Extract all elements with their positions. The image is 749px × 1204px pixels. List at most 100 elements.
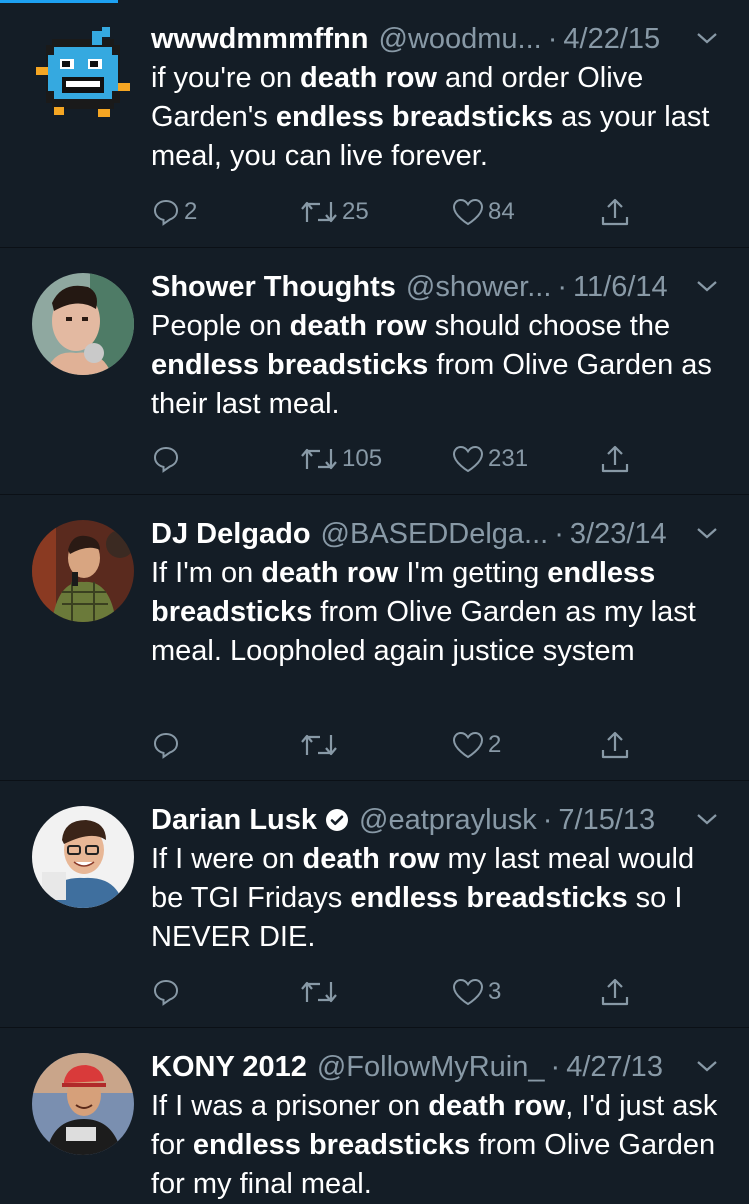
tweet-date[interactable]: 7/15/13	[558, 804, 655, 837]
tweet-date[interactable]: 11/6/14	[573, 271, 668, 304]
tweet-text: If I were on death row my last meal woul…	[151, 840, 731, 957]
reply-icon	[153, 446, 179, 473]
retweet-button[interactable]	[300, 972, 342, 1012]
highlighted-keyword: death row	[302, 843, 440, 875]
retweet-icon	[301, 734, 337, 756]
tweet[interactable]: KONY 2012 @FollowMyRuin_ · 4/27/13 If I …	[0, 1028, 749, 1200]
avatar-photo-image	[32, 806, 134, 908]
share-button[interactable]	[600, 192, 630, 232]
tweet-header: wwwdmmmffnn @woodmu... · 4/22/15	[151, 18, 719, 60]
share-button[interactable]	[600, 439, 630, 479]
like-button[interactable]: 231	[452, 439, 528, 479]
highlighted-keyword: endless breadsticks	[350, 882, 628, 914]
separator-dot: ·	[554, 517, 564, 550]
separator-dot: ·	[550, 1050, 561, 1083]
display-name[interactable]: wwwdmmmffnn	[151, 23, 369, 56]
reply-button[interactable]	[152, 439, 184, 479]
tweet-text-segment: If I was a prisoner on	[151, 1090, 429, 1122]
share-button[interactable]	[600, 725, 630, 765]
reply-icon	[153, 979, 179, 1006]
tweet-text-segment: if you're on	[151, 62, 301, 94]
separator-dot: ·	[542, 803, 553, 836]
tweet-actions: 3	[0, 972, 749, 1012]
tweet-actions: 2 25 84	[0, 192, 749, 232]
highlighted-keyword: death row	[300, 62, 437, 94]
retweet-count: 105	[342, 445, 383, 472]
display-name[interactable]: DJ Delgado	[151, 518, 311, 551]
reply-button[interactable]	[152, 725, 184, 765]
username-handle[interactable]: @eatpraylusk	[359, 804, 537, 837]
share-icon	[601, 731, 629, 759]
tweet[interactable]: Darian Lusk @eatpraylusk · 7/15/13 If I …	[0, 781, 749, 1028]
reply-count: 2	[184, 198, 198, 225]
tweet-date[interactable]: 4/27/13	[566, 1051, 663, 1084]
chevron-down-icon[interactable]	[695, 523, 719, 543]
avatar[interactable]	[32, 273, 134, 375]
tweet-header: DJ Delgado @BASEDDelga... · 3/23/14	[151, 513, 719, 555]
avatar[interactable]	[32, 806, 134, 908]
username-handle[interactable]: @shower...	[406, 271, 552, 304]
chevron-down-icon[interactable]	[695, 1056, 719, 1076]
username-handle[interactable]: @FollowMyRuin_	[317, 1051, 545, 1084]
share-icon	[601, 978, 629, 1006]
separator-dot: ·	[557, 270, 568, 303]
search-results-timeline: wwwdmmmffnn @woodmu... · 4/22/15 if you'…	[0, 0, 749, 1200]
tweet-text-segment: should choose the	[426, 310, 671, 342]
display-name[interactable]: Darian Lusk	[151, 804, 317, 837]
retweet-button[interactable]	[300, 725, 342, 765]
username-handle[interactable]: @woodmu...	[379, 23, 542, 56]
share-icon	[601, 445, 629, 473]
reply-icon	[153, 732, 179, 759]
tweet-actions: 105 231	[0, 439, 749, 479]
tweet-header: Darian Lusk @eatpraylusk · 7/15/13	[151, 799, 719, 841]
tweet-date[interactable]: 4/22/15	[563, 23, 660, 56]
avatar[interactable]	[32, 520, 134, 622]
reply-button[interactable]: 2	[152, 192, 197, 232]
tweet-text: if you're on death row and order Olive G…	[151, 59, 731, 176]
highlighted-keyword: endless breadsticks	[151, 349, 429, 381]
share-icon	[601, 198, 629, 226]
tweet[interactable]: wwwdmmmffnn @woodmu... · 4/22/15 if you'…	[0, 0, 749, 248]
retweet-icon	[301, 981, 337, 1003]
pixel-monster-avatar-image	[32, 25, 134, 127]
reply-icon	[153, 199, 179, 226]
tweet-header: KONY 2012 @FollowMyRuin_ · 4/27/13	[151, 1046, 719, 1088]
separator-dot: ·	[547, 22, 558, 55]
like-button[interactable]: 2	[452, 725, 501, 765]
avatar-photo-image	[32, 520, 134, 622]
tweet-text: People on death row should choose the en…	[151, 307, 731, 424]
tweet-text: If I'm on death row I'm getting endless …	[151, 554, 731, 671]
avatar-photo-image	[32, 1053, 134, 1155]
tweet-text-segment: I'm getting	[398, 557, 548, 589]
retweet-icon	[301, 201, 337, 223]
tweet[interactable]: DJ Delgado @BASEDDelga... · 3/23/14 If I…	[0, 495, 749, 781]
tweet[interactable]: Shower Thoughts @shower... · 11/6/14 Peo…	[0, 248, 749, 495]
highlighted-keyword: endless breadsticks	[275, 101, 554, 133]
username-handle[interactable]: @BASEDDelga...	[321, 518, 549, 551]
avatar-photo-image	[32, 273, 134, 375]
avatar[interactable]	[32, 25, 134, 127]
chevron-down-icon[interactable]	[695, 28, 719, 48]
reply-button[interactable]	[152, 972, 184, 1012]
like-button[interactable]: 84	[452, 192, 515, 232]
tweet-actions: 2	[0, 725, 749, 765]
retweet-count: 25	[342, 198, 369, 225]
heart-icon	[452, 198, 484, 226]
tweet-text-segment: If I were on	[151, 843, 303, 875]
avatar[interactable]	[32, 1053, 134, 1155]
retweet-button[interactable]: 105	[300, 439, 382, 479]
highlighted-keyword: death row	[428, 1090, 566, 1122]
like-button[interactable]: 3	[452, 972, 501, 1012]
chevron-down-icon[interactable]	[695, 276, 719, 296]
display-name[interactable]: Shower Thoughts	[151, 271, 396, 304]
tweet-text: If I was a prisoner on death row, I'd ju…	[151, 1087, 731, 1204]
highlighted-keyword: death row	[261, 557, 399, 589]
retweet-button[interactable]: 25	[300, 192, 369, 232]
tweet-date[interactable]: 3/23/14	[570, 518, 667, 551]
retweet-icon	[301, 448, 337, 470]
tweet-text-segment: People on	[151, 310, 290, 342]
heart-icon	[452, 445, 484, 473]
chevron-down-icon[interactable]	[695, 809, 719, 829]
share-button[interactable]	[600, 972, 630, 1012]
display-name[interactable]: KONY 2012	[151, 1051, 307, 1084]
